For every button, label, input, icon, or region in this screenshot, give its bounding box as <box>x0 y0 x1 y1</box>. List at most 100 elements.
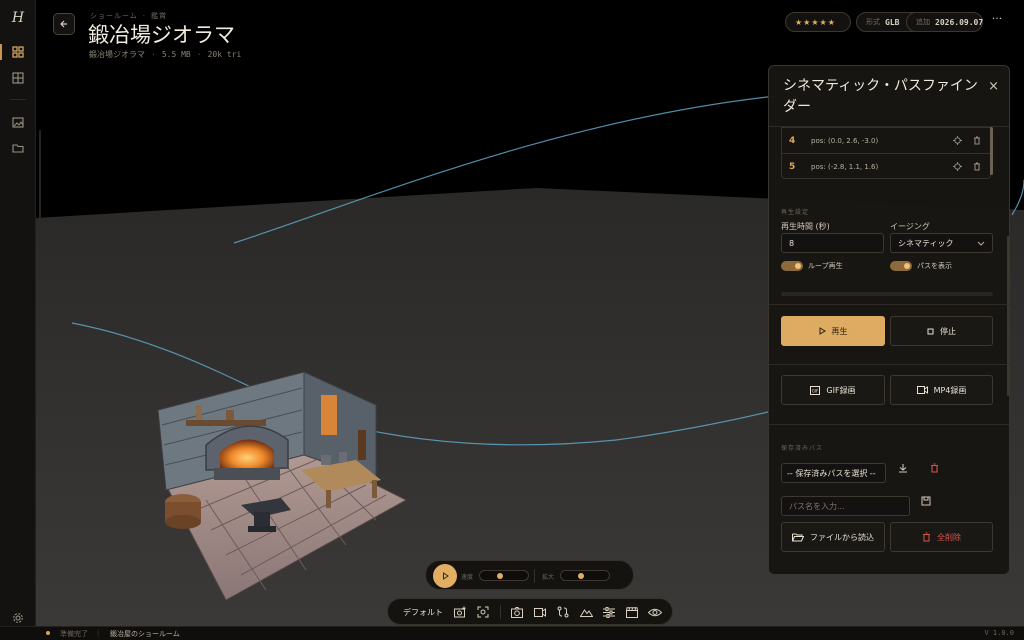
delete-all-label: 全削除 <box>937 532 961 542</box>
waypoint-row[interactable]: 4 pos: (0.0, 2.6, -3.0) <box>782 127 990 153</box>
delete-path-button[interactable] <box>927 461 941 475</box>
load-label: ファイルから読込 <box>810 532 874 542</box>
waypoint-list: 4 pos: (0.0, 2.6, -3.0) 5 pos: (-2.8, 1.… <box>781 127 991 179</box>
trash-icon <box>923 532 930 542</box>
adjustments-button[interactable] <box>601 604 617 620</box>
waypoint-row[interactable]: 5 pos: (-2.8, 1.1, 1.6) <box>782 153 990 178</box>
format-label: 形式 <box>866 18 880 26</box>
path-icon <box>557 606 569 618</box>
duration-input[interactable]: 8 <box>781 233 884 253</box>
easing-select[interactable]: シネマティック <box>890 233 993 253</box>
delete-waypoint-button[interactable] <box>970 160 984 174</box>
settings-icon <box>13 613 23 623</box>
play-icon <box>442 572 449 580</box>
saved-path-select[interactable]: -- 保存済みパスを選択 -- <box>781 463 886 483</box>
duration-label: 再生時間 (秒) <box>781 222 830 231</box>
svg-text:GIF: GIF <box>812 388 819 393</box>
trash-icon <box>974 162 980 171</box>
crosshair-icon <box>952 136 962 145</box>
saved-path-value: -- 保存済みパスを選択 -- <box>787 468 876 478</box>
zoom-slider[interactable] <box>560 570 610 581</box>
version-label: V 1.0.0 <box>984 629 1014 637</box>
toggle-switch[interactable] <box>890 261 912 271</box>
folder-open-icon <box>792 533 804 541</box>
panel-divider <box>769 304 1009 305</box>
gif-record-button[interactable]: GIF GIF録画 <box>781 375 885 405</box>
status-bar: 準備完了 | 鍛冶屋のショールーム V 1.0.0 <box>0 626 1024 640</box>
slider-thumb[interactable] <box>577 573 584 579</box>
environment-button[interactable] <box>578 604 594 620</box>
playback-progress[interactable] <box>781 292 993 296</box>
viewport-play-button[interactable] <box>433 564 457 588</box>
cinematic-button[interactable] <box>624 604 640 620</box>
separator: | <box>97 629 100 637</box>
sidebar: H <box>0 0 36 626</box>
mp4-record-button[interactable]: MP4録画 <box>890 375 993 405</box>
status-text: 準備完了 <box>60 630 88 638</box>
layout-icon <box>12 72 24 84</box>
triangle-count: 20k tri <box>207 50 242 59</box>
default-view-button[interactable]: デフォルト <box>403 607 443 618</box>
focus-icon <box>477 606 489 618</box>
slider-thumb[interactable] <box>496 573 503 579</box>
date-label: 追加 <box>916 18 930 26</box>
sidebar-item-settings[interactable] <box>9 609 27 627</box>
file-size: 5.5 MB <box>161 50 191 59</box>
panel-title: シネマティック・パスファインダー <box>783 78 978 115</box>
chevron-down-icon <box>977 241 985 246</box>
star-rating: ★★★★★ <box>795 17 836 27</box>
load-from-file-button[interactable]: ファイルから読込 <box>781 522 885 552</box>
sidebar-item-add-image[interactable] <box>9 113 27 131</box>
record-button[interactable] <box>532 604 548 620</box>
camera-path-button[interactable] <box>555 604 571 620</box>
show-path-label: パスを表示 <box>917 262 952 270</box>
toggle-switch[interactable] <box>781 261 803 271</box>
play-icon <box>819 327 826 335</box>
download-icon <box>899 464 907 473</box>
sidebar-item-gallery[interactable] <box>9 43 27 61</box>
panel-scrollbar[interactable] <box>1007 236 1009 396</box>
video-icon <box>916 386 928 394</box>
save-path-button[interactable] <box>919 494 933 508</box>
format-value: GLB <box>885 17 900 27</box>
download-button[interactable] <box>896 461 910 475</box>
crosshair-icon <box>952 162 962 171</box>
locate-button[interactable] <box>950 134 964 148</box>
model-meta: 鍛冶場ジオラマ · 5.5 MB · 20k tri <box>89 50 242 59</box>
trash-icon <box>930 463 938 473</box>
delete-waypoint-button[interactable] <box>970 134 984 148</box>
play-button[interactable]: 再生 <box>781 316 885 346</box>
path-name-input[interactable]: パス名を入力... <box>781 496 910 516</box>
focus-button[interactable] <box>475 604 491 620</box>
gif-icon: GIF <box>810 385 821 395</box>
arrow-left-icon <box>60 20 67 28</box>
save-icon <box>921 496 931 506</box>
speed-slider[interactable] <box>479 570 529 581</box>
show-path-toggle[interactable]: パスを表示 <box>890 261 952 271</box>
page-title: 鍛冶場ジオラマ <box>88 23 235 47</box>
header: ショールーム · 鑑賞 鍛冶場ジオラマ 鍛冶場ジオラマ · 5.5 MB · 20k tri… <box>36 0 1024 64</box>
close-button[interactable]: × <box>988 79 999 94</box>
stop-label: 停止 <box>940 326 956 336</box>
locate-button[interactable] <box>950 160 964 174</box>
play-label: 再生 <box>831 326 848 336</box>
sidebar-item-folder[interactable] <box>9 139 27 157</box>
visibility-button[interactable] <box>647 604 663 620</box>
screenshot-button[interactable] <box>509 604 525 620</box>
waypoint-scrollbar[interactable] <box>990 127 993 175</box>
scrollbar-thumb[interactable] <box>990 127 993 175</box>
sidebar-item-layout[interactable] <box>9 69 27 87</box>
panel-divider <box>769 364 1009 365</box>
status-indicator <box>46 631 50 635</box>
back-button[interactable] <box>53 13 75 35</box>
gif-label: GIF録画 <box>826 385 856 395</box>
add-camera-button[interactable] <box>452 604 468 620</box>
stop-button[interactable]: 停止 <box>890 316 993 346</box>
delete-all-button[interactable]: 全削除 <box>890 522 993 552</box>
panel-divider <box>769 424 1009 425</box>
image-add-icon <box>12 117 24 128</box>
loop-label: ループ再生 <box>808 262 843 270</box>
loop-toggle[interactable]: ループ再生 <box>781 261 843 271</box>
section-label-saved: 保存済みパス <box>781 445 824 452</box>
more-options-button[interactable]: ··· <box>990 12 1004 28</box>
